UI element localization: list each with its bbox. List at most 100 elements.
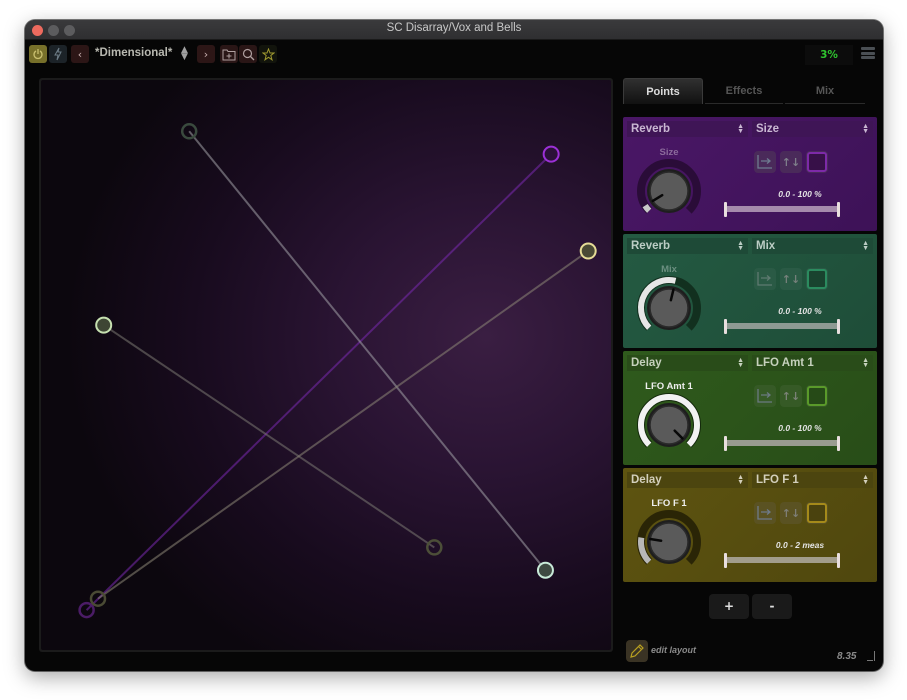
select-stepper-icon: ▲ ▼ bbox=[737, 123, 744, 135]
color-swatch bbox=[807, 503, 827, 523]
up-down-arrows-icon: ↑↓ bbox=[781, 155, 801, 169]
tab-points[interactable]: Points bbox=[623, 78, 703, 104]
color-swatch bbox=[807, 269, 827, 289]
lightning-bolt-icon bbox=[54, 47, 62, 61]
xy-pad[interactable] bbox=[41, 80, 611, 650]
star-icon bbox=[261, 47, 275, 61]
invert-direction-button[interactable]: ↑↓ bbox=[780, 268, 802, 290]
tab-effects[interactable]: Effects bbox=[705, 78, 783, 104]
save-preset-button[interactable] bbox=[220, 45, 238, 63]
control-point-delay-lfo-amt[interactable] bbox=[95, 316, 113, 334]
select-stepper-icon: ▲ ▼ bbox=[862, 240, 869, 252]
axis-mode-button[interactable] bbox=[754, 151, 776, 173]
invert-direction-button[interactable]: ↑↓ bbox=[780, 385, 802, 407]
edit-layout-label[interactable]: edit layout bbox=[651, 645, 696, 655]
range-min-handle[interactable] bbox=[724, 319, 727, 334]
effect-select[interactable]: Reverb ▲ ▼ bbox=[627, 121, 748, 137]
parameter-knob[interactable] bbox=[633, 274, 705, 346]
point-card-delay-lfo-amt: Delay ▲ ▼ LFO Amt 1 ▲ ▼ LFO Amt 1 ↑↓ 0.0 - 1… bbox=[623, 351, 877, 465]
axis-arrow-icon bbox=[757, 272, 772, 286]
range-track bbox=[726, 206, 838, 212]
previous-preset-button[interactable]: ‹ bbox=[71, 45, 89, 63]
window-title: SC Disarray/Vox and Bells bbox=[386, 22, 522, 34]
panel-tabs: Points Effects Mix bbox=[623, 78, 867, 106]
title-bar: SC Disarray/Vox and Bells bbox=[25, 20, 883, 40]
xy-pad-frame bbox=[39, 78, 613, 652]
range-min-handle[interactable] bbox=[724, 202, 727, 217]
axis-mode-button[interactable] bbox=[754, 385, 776, 407]
remove-point-button[interactable]: - bbox=[752, 594, 792, 619]
parameter-select[interactable]: LFO Amt 1 ▲ ▼ bbox=[752, 355, 873, 371]
control-point-reverb-size[interactable] bbox=[542, 145, 560, 163]
axis-mode-button[interactable] bbox=[754, 268, 776, 290]
effect-select[interactable]: Delay ▲ ▼ bbox=[627, 355, 748, 371]
select-stepper-icon: ▲ ▼ bbox=[737, 474, 744, 486]
anchor-ring-delay-lfo-amt[interactable] bbox=[426, 539, 443, 556]
range-max-handle[interactable] bbox=[837, 553, 840, 568]
up-down-arrows-icon: ↑↓ bbox=[781, 272, 801, 286]
link-line-reverb-mix bbox=[188, 130, 547, 571]
xy-pad-canvas[interactable] bbox=[41, 80, 611, 650]
range-slider[interactable] bbox=[724, 436, 840, 451]
invert-direction-button[interactable]: ↑↓ bbox=[780, 151, 802, 173]
axis-arrow-icon bbox=[757, 389, 772, 403]
select-stepper-icon: ▲ ▼ bbox=[737, 240, 744, 252]
control-point-delay-lfo-f1[interactable] bbox=[579, 242, 597, 260]
favorite-button[interactable] bbox=[259, 45, 277, 63]
point-card-reverb-mix: Reverb ▲ ▼ Mix ▲ ▼ Mix ↑↓ 0.0 - 100 % bbox=[623, 234, 877, 348]
parameter-select[interactable]: Mix ▲ ▼ bbox=[752, 238, 873, 254]
select-stepper-icon: ▲ ▼ bbox=[862, 357, 869, 369]
preset-name[interactable]: *Dimensional* bbox=[95, 47, 172, 59]
range-track bbox=[726, 323, 838, 329]
control-point-reverb-mix[interactable] bbox=[536, 561, 554, 579]
tab-mix[interactable]: Mix bbox=[785, 78, 865, 104]
parameter-knob[interactable] bbox=[633, 508, 705, 580]
power-button[interactable] bbox=[29, 45, 47, 63]
search-icon bbox=[242, 48, 254, 60]
up-down-arrows-icon: ↑↓ bbox=[781, 389, 801, 403]
range-min-handle[interactable] bbox=[724, 553, 727, 568]
point-color-button[interactable] bbox=[806, 151, 828, 173]
parameter-select[interactable]: LFO F 1 ▲ ▼ bbox=[752, 472, 873, 488]
knob-body bbox=[649, 288, 689, 328]
next-preset-button[interactable]: › bbox=[197, 45, 215, 63]
point-color-button[interactable] bbox=[806, 385, 828, 407]
parameter-knob[interactable] bbox=[633, 157, 705, 229]
add-point-button[interactable]: + bbox=[709, 594, 749, 619]
range-track bbox=[726, 557, 838, 563]
range-slider[interactable] bbox=[724, 553, 840, 568]
resize-grip[interactable] bbox=[867, 648, 875, 662]
range-max-handle[interactable] bbox=[837, 436, 840, 451]
hamburger-menu-icon[interactable] bbox=[861, 47, 875, 61]
color-swatch bbox=[807, 152, 827, 172]
search-button[interactable] bbox=[239, 45, 257, 63]
edit-layout-button[interactable] bbox=[626, 640, 648, 662]
pencil-icon bbox=[630, 644, 644, 658]
axis-mode-button[interactable] bbox=[754, 502, 776, 524]
range-slider[interactable] bbox=[724, 202, 840, 217]
invert-direction-button[interactable]: ↑↓ bbox=[780, 502, 802, 524]
lightning-button[interactable] bbox=[49, 45, 67, 63]
range-label: 0.0 - 2 meas bbox=[775, 540, 825, 550]
parameter-select[interactable]: Size ▲ ▼ bbox=[752, 121, 873, 137]
range-max-handle[interactable] bbox=[837, 319, 840, 334]
range-max-handle[interactable] bbox=[837, 202, 840, 217]
power-icon bbox=[33, 49, 43, 60]
effect-select[interactable]: Delay ▲ ▼ bbox=[627, 472, 748, 488]
point-color-button[interactable] bbox=[806, 502, 828, 524]
point-color-button[interactable] bbox=[806, 268, 828, 290]
range-slider[interactable] bbox=[724, 319, 840, 334]
up-down-arrows-icon: ↑↓ bbox=[781, 506, 801, 520]
knob-body bbox=[649, 522, 689, 562]
knob-pointer bbox=[648, 537, 663, 542]
parameter-knob[interactable] bbox=[633, 391, 705, 463]
range-min-handle[interactable] bbox=[724, 436, 727, 451]
knob-body bbox=[649, 171, 689, 211]
select-stepper-icon: ▲ ▼ bbox=[862, 474, 869, 486]
preset-stepper-icon[interactable]: ▲ ▼ bbox=[181, 46, 188, 62]
knob-value-arc bbox=[642, 203, 652, 213]
range-label: 0.0 - 100 % bbox=[778, 423, 822, 433]
range-label: 0.0 - 100 % bbox=[778, 306, 822, 316]
effect-select[interactable]: Reverb ▲ ▼ bbox=[627, 238, 748, 254]
select-stepper-icon: ▲ ▼ bbox=[737, 357, 744, 369]
